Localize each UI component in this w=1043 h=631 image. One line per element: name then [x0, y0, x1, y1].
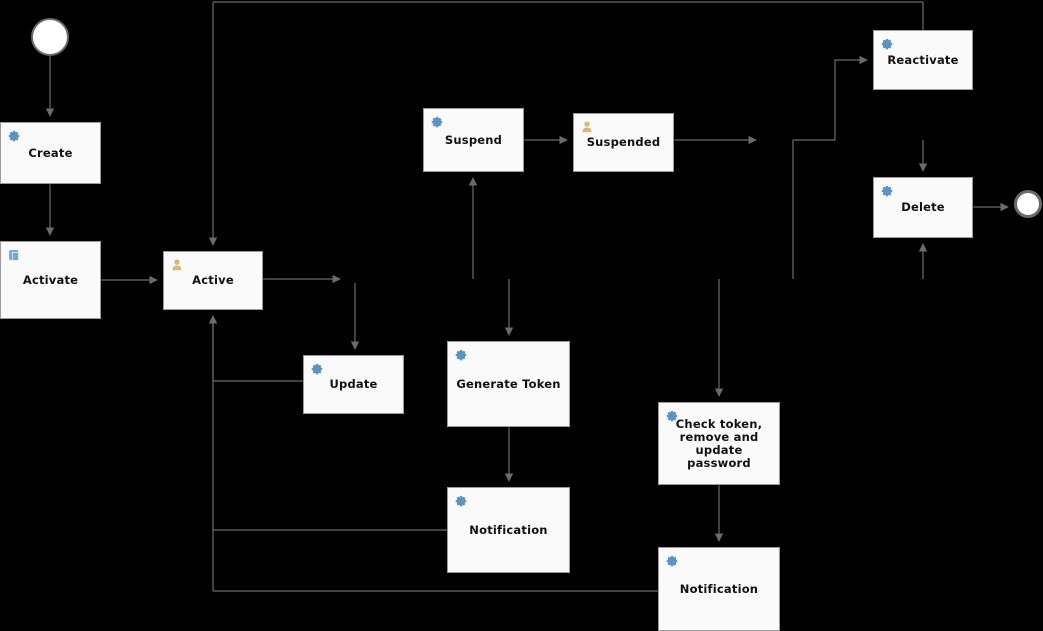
person-icon — [580, 119, 594, 133]
node-notification2[interactable]: Notification — [658, 547, 780, 631]
edge-update-to-active — [208, 315, 303, 382]
script-icon — [7, 247, 21, 261]
node-notification1[interactable]: Notification — [447, 487, 570, 573]
node-label: Suspend — [444, 132, 503, 147]
node-label: Notification — [679, 581, 759, 596]
node-label: Reactivate — [887, 52, 959, 67]
node-active[interactable]: Active — [163, 251, 263, 310]
node-reactivate[interactable]: Reactivate — [873, 30, 973, 90]
node-delete[interactable]: Delete — [873, 177, 973, 238]
node-label: Check token, remove and update password — [675, 416, 763, 470]
node-label: Notification — [469, 522, 548, 537]
gear-icon — [454, 493, 468, 507]
start-node[interactable] — [31, 18, 69, 56]
person-icon — [170, 257, 184, 271]
node-checktoken[interactable]: Check token, remove and update password — [658, 402, 780, 485]
gear-icon — [7, 128, 21, 142]
node-label: Activate — [22, 272, 79, 287]
node-label: Delete — [901, 200, 945, 214]
node-activate[interactable]: Activate — [0, 241, 101, 319]
node-label: Suspended — [586, 135, 661, 149]
edge-reactivate-to-loopback — [213, 1, 924, 30]
end-node[interactable] — [1014, 190, 1042, 218]
node-suspend[interactable]: Suspend — [423, 108, 524, 172]
gear-icon — [880, 36, 894, 50]
node-label: Update — [329, 377, 378, 391]
node-create[interactable]: Create — [0, 122, 101, 184]
gear-icon — [454, 347, 468, 361]
gear-icon — [430, 114, 444, 128]
gear-icon — [665, 408, 679, 422]
node-update[interactable]: Update — [303, 355, 404, 414]
workflow-diagram-canvas: Create Activate Active Suspend Suspended Reac… — [0, 0, 1043, 631]
gear-icon — [310, 361, 324, 375]
edge-right-bus-to-reactivate — [792, 60, 867, 279]
node-label: Active — [192, 273, 234, 287]
node-suspended[interactable]: Suspended — [573, 113, 674, 172]
node-label: Create — [28, 145, 73, 160]
node-label: Generate Token — [456, 376, 561, 391]
gear-icon — [880, 183, 894, 197]
gear-icon — [665, 553, 679, 567]
node-generate[interactable]: Generate Token — [447, 341, 570, 427]
